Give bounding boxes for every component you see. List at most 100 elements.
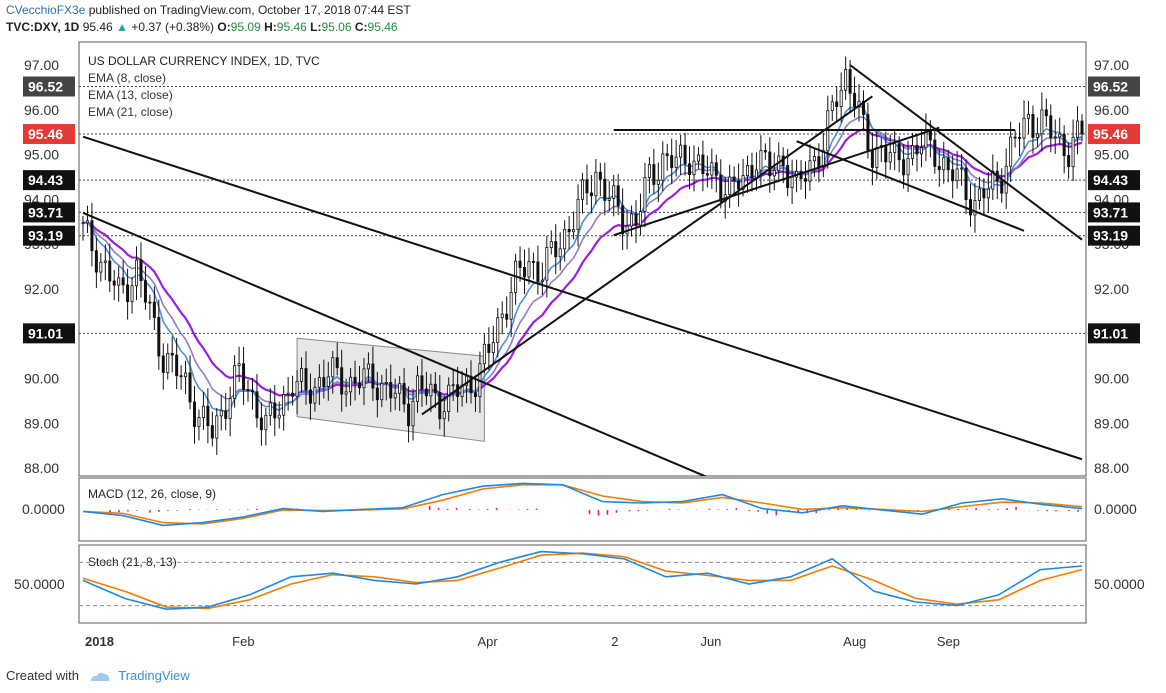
candle-body xyxy=(201,405,205,418)
candle-body xyxy=(581,179,585,200)
candle-body xyxy=(964,167,968,200)
y-tick-right: 90.00 xyxy=(1094,371,1129,387)
candle-body xyxy=(830,101,834,112)
created-with-text: Created with xyxy=(6,668,79,683)
candle-body xyxy=(393,392,397,399)
candle-body xyxy=(500,313,504,319)
candle-body xyxy=(371,363,375,389)
candle-body xyxy=(518,260,522,268)
level-label-right: 93.71 xyxy=(1093,204,1128,220)
candle-body xyxy=(714,162,718,176)
candle-body xyxy=(531,260,535,263)
y-tick-right: 97.00 xyxy=(1094,57,1129,73)
candle-body xyxy=(438,392,442,420)
x-tick-label: Sep xyxy=(937,634,960,649)
chart-canvas[interactable]: 88.0088.0089.0089.0090.0090.0091.0091.00… xyxy=(0,0,1166,693)
candle-body xyxy=(866,114,870,151)
candle-body xyxy=(237,363,241,367)
candle-body xyxy=(621,205,625,235)
candle-body xyxy=(505,313,509,320)
candle-body xyxy=(1009,136,1013,167)
candle-body xyxy=(255,391,259,419)
candle-body xyxy=(188,372,192,403)
candle-body xyxy=(527,260,531,278)
y-tick-right: 89.00 xyxy=(1094,415,1129,431)
tradingview-brand[interactable]: TradingView xyxy=(118,668,190,683)
stoch-y-tick-left: 50.0000 xyxy=(14,576,65,592)
candle-body xyxy=(674,156,678,168)
x-tick-label: Jun xyxy=(700,634,721,649)
candle-body xyxy=(402,383,406,405)
candle-body xyxy=(960,167,964,170)
candle-body xyxy=(598,171,602,180)
candle-body xyxy=(148,301,152,304)
candle-body xyxy=(250,390,254,393)
candle-body xyxy=(487,343,491,353)
candle-body xyxy=(549,241,553,248)
candle-body xyxy=(888,152,892,163)
candle-body xyxy=(117,277,121,286)
candle-body xyxy=(135,259,139,287)
candle-body xyxy=(411,400,415,427)
ema-8-line xyxy=(82,105,1083,413)
ema-legend-entry: EMA (21, close) xyxy=(88,105,173,119)
level-label-right: 94.43 xyxy=(1093,172,1128,188)
candle-body xyxy=(112,280,116,286)
level-label-left: 91.01 xyxy=(28,325,63,341)
candle-body xyxy=(192,401,196,427)
candle-body xyxy=(719,174,723,202)
candle-body xyxy=(121,277,125,286)
candle-body xyxy=(884,145,888,163)
candle-body xyxy=(705,173,709,176)
candle-body xyxy=(398,383,402,394)
x-tick-label: Apr xyxy=(477,634,498,649)
candle-body xyxy=(85,220,89,224)
candle-body xyxy=(233,365,237,400)
candle-body xyxy=(803,178,807,182)
macd-y-tick-left: 0.0000 xyxy=(22,501,65,517)
candle-body xyxy=(1035,133,1039,138)
x-tick-label: 2 xyxy=(611,634,618,649)
candle-body xyxy=(295,380,299,397)
candle-body xyxy=(732,176,736,182)
candle-body xyxy=(946,157,950,171)
candle-body xyxy=(915,145,919,155)
level-label-left: 95.46 xyxy=(28,126,63,142)
candle-body xyxy=(692,160,696,176)
candle-body xyxy=(242,363,246,391)
candle-body xyxy=(977,188,981,201)
candle-body xyxy=(420,375,424,390)
candle-body xyxy=(911,145,915,159)
y-tick-right: 92.00 xyxy=(1094,281,1129,297)
candle-body xyxy=(375,387,379,401)
candle-body xyxy=(317,377,321,388)
candle-body xyxy=(594,171,598,197)
candle-body xyxy=(848,69,852,94)
candle-body xyxy=(90,220,94,252)
chart-screenshot: { "header": { "author": "CVecchioFX3e", … xyxy=(0,0,1166,693)
level-label-right: 93.19 xyxy=(1093,228,1128,244)
candle-body xyxy=(1018,137,1022,139)
candle-body xyxy=(362,368,366,389)
candle-body xyxy=(1053,136,1057,139)
candle-body xyxy=(710,162,714,176)
candle-body xyxy=(108,260,112,282)
candle-body xyxy=(812,156,816,162)
candle-body xyxy=(607,198,611,201)
candle-body xyxy=(197,417,201,427)
candle-body xyxy=(933,139,937,167)
stoch-y-tick-right: 50.0000 xyxy=(1094,576,1145,592)
candle-body xyxy=(340,367,344,395)
candle-body xyxy=(1049,115,1053,138)
candle-body xyxy=(576,198,580,230)
candle-body xyxy=(331,357,335,378)
candle-body xyxy=(763,150,767,153)
candle-body xyxy=(224,410,228,419)
candle-body xyxy=(326,376,330,387)
candle-body xyxy=(442,411,446,420)
candle-body xyxy=(652,164,656,185)
ema-legend-entry: EMA (13, close) xyxy=(88,88,173,102)
candle-body xyxy=(897,143,901,161)
candle-body xyxy=(161,355,165,373)
candle-body xyxy=(870,149,874,168)
